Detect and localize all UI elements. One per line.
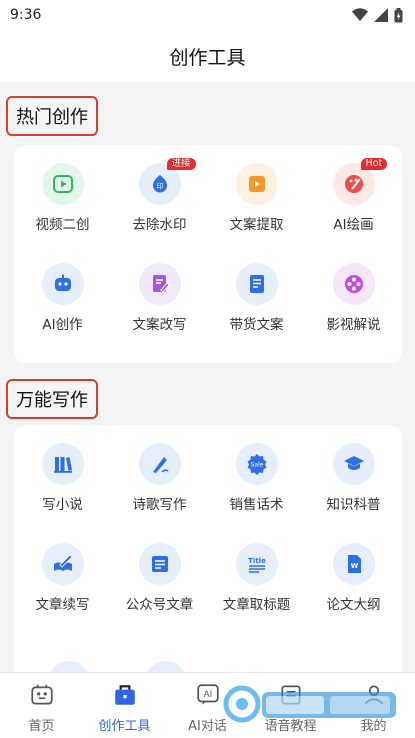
tool-label: 去除水印 bbox=[132, 217, 187, 233]
tool-tile[interactable]: 知识科普 bbox=[305, 443, 402, 543]
sales-doc-icon bbox=[235, 263, 278, 305]
writing-tools-card: 写小说 诗歌写作 Sale 销售话术 知识科普文章续写 公众号文章 Title 文章取标题 W 论… bbox=[14, 425, 402, 703]
books-icon bbox=[41, 443, 84, 485]
film-reel-icon bbox=[332, 263, 375, 305]
status-icons bbox=[352, 7, 403, 23]
tool-tile[interactable]: Title 文章取标题 bbox=[208, 543, 305, 643]
tool-label: 知识科普 bbox=[326, 497, 381, 513]
tool-tile[interactable]: 文案提取 bbox=[208, 163, 305, 263]
page-title: 创作工具 bbox=[169, 46, 246, 69]
svg-text:W: W bbox=[350, 562, 358, 570]
tool-tile[interactable]: 带货文案 bbox=[208, 263, 305, 363]
tool-label: 公众号文章 bbox=[125, 597, 194, 613]
open-book-pen-icon bbox=[41, 543, 84, 585]
tool-label: 文案提取 bbox=[229, 217, 284, 233]
title-icon: Title bbox=[235, 543, 278, 585]
tool-label: AI创作 bbox=[42, 317, 83, 333]
ai-chat-icon: AI bbox=[195, 682, 221, 712]
tool-label: 写小说 bbox=[42, 497, 83, 513]
tool-label: 论文大纲 bbox=[326, 597, 381, 613]
tool-label: 视频二创 bbox=[35, 217, 90, 233]
robot-icon bbox=[41, 263, 84, 305]
battery-icon bbox=[394, 7, 403, 22]
video-remix-icon bbox=[41, 163, 84, 205]
tool-tile[interactable]: 写小说 bbox=[14, 443, 111, 543]
tool-label: 文案改写 bbox=[132, 317, 187, 333]
section-title-writing: 万能写作 bbox=[6, 379, 98, 419]
tool-tile[interactable]: AI创作 bbox=[14, 263, 111, 363]
tool-tile[interactable]: 印 进接去除水印 bbox=[111, 158, 208, 263]
tool-tile[interactable]: 影视解说 bbox=[305, 263, 402, 363]
status-bar: 9:36 bbox=[0, 0, 415, 30]
copy-extract-icon bbox=[235, 163, 278, 205]
word-doc-icon: W bbox=[332, 543, 375, 585]
svg-text:AI: AI bbox=[203, 690, 211, 700]
sale-badge-icon: Sale bbox=[235, 443, 278, 485]
home-icon bbox=[29, 682, 55, 712]
tool-tile[interactable]: Sale 销售话术 bbox=[208, 443, 305, 543]
graduation-cap-icon bbox=[332, 443, 375, 485]
tool-tile[interactable]: 文案改写 bbox=[111, 263, 208, 363]
svg-text:Sale: Sale bbox=[250, 462, 263, 469]
status-time: 9:36 bbox=[10, 7, 42, 23]
svg-text:印: 印 bbox=[156, 183, 163, 191]
badge: 进接 bbox=[166, 158, 196, 170]
tool-tile[interactable]: 视频二创 bbox=[14, 163, 111, 263]
tool-label: 诗歌写作 bbox=[132, 497, 187, 513]
nav-label: 创作工具 bbox=[98, 719, 151, 734]
quill-pen-icon bbox=[138, 443, 181, 485]
nav-item[interactable]: 首页 bbox=[0, 673, 83, 738]
tool-tile[interactable]: 诗歌写作 bbox=[111, 443, 208, 543]
svg-text:Title: Title bbox=[248, 557, 266, 565]
nav-label: 首页 bbox=[28, 719, 55, 734]
tool-tile[interactable]: 公众号文章 bbox=[111, 543, 208, 643]
tool-label: 影视解说 bbox=[326, 317, 381, 333]
signal-icon bbox=[374, 8, 388, 22]
tool-label: 文章续写 bbox=[35, 597, 90, 613]
page-header: 创作工具 bbox=[0, 30, 415, 82]
remove-watermark-icon: 印 进接 bbox=[138, 158, 196, 205]
hot-tools-card: 视频二创 印 进接去除水印 文案提取 Hot AI绘画 AI创作 文案改写 带货文案 影视解说 bbox=[14, 145, 402, 363]
badge: Hot bbox=[360, 158, 388, 170]
tool-label: 文章取标题 bbox=[222, 597, 291, 613]
writing-tools-grid: 写小说 诗歌写作 Sale 销售话术 知识科普文章续写 公众号文章 Title 文章取标题 W 论… bbox=[14, 443, 402, 643]
nav-item[interactable]: 创作工具 bbox=[83, 673, 166, 738]
tool-label: 销售话术 bbox=[229, 497, 284, 513]
tool-tile[interactable]: 文章续写 bbox=[14, 543, 111, 643]
tool-tile[interactable]: Hot AI绘画 bbox=[305, 158, 402, 263]
edit-doc-icon bbox=[138, 263, 181, 305]
article-icon bbox=[138, 543, 181, 585]
section-title-hot: 热门创作 bbox=[6, 96, 98, 136]
hot-tools-grid: 视频二创 印 进接去除水印 文案提取 Hot AI绘画 AI创作 文案改写 带货文案 影视解说 bbox=[14, 158, 402, 363]
tool-label: 带货文案 bbox=[229, 317, 284, 333]
tool-label: AI绘画 bbox=[333, 217, 374, 233]
tool-tile[interactable]: W 论文大纲 bbox=[305, 543, 402, 643]
watermark-logo bbox=[223, 685, 396, 723]
toolbox-icon bbox=[112, 682, 138, 712]
wifi-icon bbox=[352, 8, 368, 21]
ai-painting-icon: Hot bbox=[332, 158, 388, 205]
